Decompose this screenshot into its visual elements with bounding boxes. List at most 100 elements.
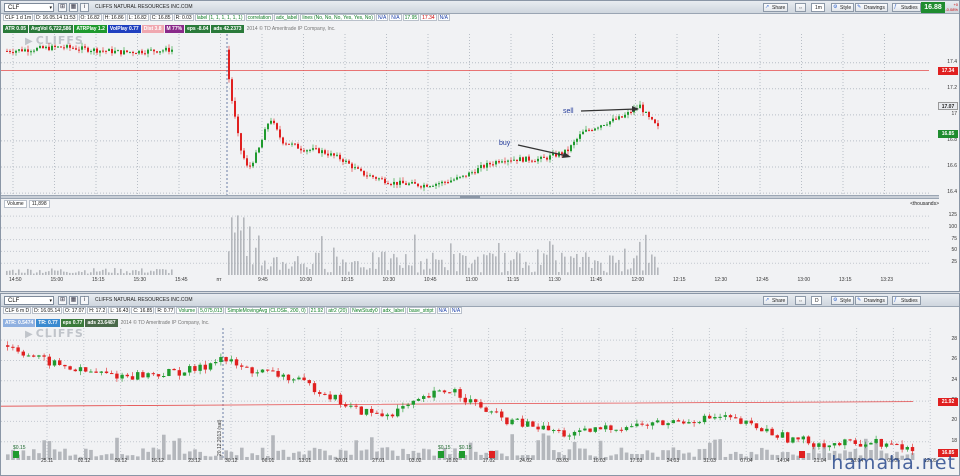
candle-body <box>231 79 233 101</box>
study-label[interactable]: ATR: 0.5474 <box>3 319 36 327</box>
candle-body <box>147 49 149 54</box>
symbol-input[interactable]: CLF ▾ <box>4 3 54 12</box>
candle-body <box>661 420 665 426</box>
study-label[interactable]: AvgVol 6,722,586 <box>29 25 74 33</box>
volume-bar <box>108 272 110 275</box>
chart-info-row: CLF 6 m D D: 16.05.14 O: 17.07 H: 17.2 L: 16… <box>3 307 957 316</box>
study-label[interactable]: Dist 3.8 <box>141 25 164 33</box>
studies-button[interactable]: ƒ Studies <box>892 3 921 12</box>
copyright-text: 2014 © TD Ameritrade IP Company, Inc. <box>246 26 336 32</box>
candle-body <box>468 399 473 403</box>
candle-body <box>234 359 239 366</box>
study-label[interactable]: ATRPlay 1.2 <box>74 25 107 33</box>
volume-bar <box>273 257 275 275</box>
volume-bar <box>48 271 50 275</box>
chevron-down-icon[interactable]: ▾ <box>49 4 52 12</box>
volume-bar <box>510 434 514 460</box>
date-tick-label: 27.01 <box>372 458 385 464</box>
candle-body <box>618 116 620 120</box>
candle-body <box>463 397 467 403</box>
timeframe-selector[interactable]: D <box>811 296 822 305</box>
grid-icon[interactable]: ▦ <box>69 3 78 12</box>
volume-bar <box>328 455 332 460</box>
candle-body <box>6 345 10 347</box>
volume-bar <box>129 272 131 275</box>
timeframe-selector[interactable]: 1m <box>811 3 825 12</box>
candle-body <box>141 50 143 54</box>
drawings-button[interactable]: ✎ Drawings <box>855 296 888 305</box>
candle-body <box>598 427 603 430</box>
volume-bar <box>385 447 390 460</box>
volume-bar <box>390 450 395 460</box>
layout-button[interactable]: ⇔ <box>795 296 806 305</box>
volume-bar <box>66 271 68 275</box>
candle-body <box>146 373 150 378</box>
drawings-button[interactable]: ✎ Drawings <box>855 3 888 12</box>
candle-body <box>650 422 655 426</box>
volume-bar <box>432 252 434 275</box>
study-label[interactable]: ATR 0.05 <box>3 25 29 33</box>
study-label[interactable]: ads 23.6487 <box>85 319 118 327</box>
panel-resize-handle[interactable] <box>1 195 939 199</box>
style-button[interactable]: ⚙ Style <box>831 3 855 12</box>
price-tag: 17.07 <box>938 101 958 110</box>
info-icon[interactable]: i <box>80 296 89 305</box>
symbol-input[interactable]: CLF ▾ <box>4 296 54 305</box>
volume-bar <box>414 234 416 275</box>
candle-body <box>624 427 629 431</box>
study-label[interactable]: ads 42.2373 <box>211 25 244 33</box>
study-label[interactable]: eps -8.04 <box>185 25 211 33</box>
link-icon[interactable]: ⊞ <box>58 3 67 12</box>
volume-bar <box>117 273 119 275</box>
volume-bar <box>72 272 74 275</box>
study-label[interactable]: TR: 0.77 <box>36 319 60 327</box>
candle-body <box>58 360 62 365</box>
volume-bar <box>423 269 425 275</box>
grid-icon[interactable]: ▦ <box>69 296 78 305</box>
share-button[interactable]: ↗ Share <box>763 3 789 12</box>
date-tick-label: 10.02 <box>445 458 459 464</box>
study-label[interactable]: eps 0.77 <box>60 319 85 327</box>
volume-bar <box>360 267 362 275</box>
candle-body <box>117 50 119 52</box>
price-tick-label: 16.6 <box>947 163 957 169</box>
style-button[interactable]: ⚙ Style <box>831 296 855 305</box>
candle-body <box>384 178 386 184</box>
time-tick-label: 13:23 <box>880 277 894 283</box>
price-tick-label: 17.2 <box>947 84 957 91</box>
candle-body <box>884 443 889 447</box>
volume-bar <box>141 268 143 275</box>
candle-body <box>286 374 291 381</box>
candle-body <box>364 408 369 415</box>
volume-bar <box>572 441 577 460</box>
event-note: 20.12.2013 (sat) <box>217 419 223 456</box>
volume-bar <box>713 439 717 460</box>
candle-body <box>546 157 548 160</box>
volume-bar <box>30 269 32 275</box>
study-label[interactable]: M 77% <box>164 25 185 33</box>
price-tick-label: 16.4 <box>947 189 957 196</box>
volume-bar <box>396 455 400 460</box>
volume-bar <box>505 456 509 460</box>
candle-body <box>302 377 306 381</box>
volume-bar <box>606 272 608 275</box>
share-button[interactable]: ↗ Share <box>763 296 789 305</box>
volume-bar <box>51 268 53 275</box>
candle-body <box>600 125 602 128</box>
volume-bar <box>255 247 257 275</box>
candle-body <box>609 425 613 431</box>
candle-body <box>411 400 415 405</box>
chevron-down-icon[interactable]: ▾ <box>49 297 52 305</box>
pencil-icon: ✎ <box>857 4 862 10</box>
layout-button[interactable]: ⇔ <box>795 3 806 12</box>
candle-body <box>168 47 170 52</box>
study-label[interactable]: VolPlay 0.77 <box>107 25 141 33</box>
candle-body <box>33 50 35 52</box>
link-icon[interactable]: ⊞ <box>58 296 67 305</box>
candle-body <box>135 53 137 55</box>
candle-body <box>172 369 176 371</box>
info-icon[interactable]: i <box>80 3 89 12</box>
candle-body <box>375 412 379 414</box>
studies-button[interactable]: ƒ Studies <box>892 296 921 305</box>
volume-bar <box>754 454 759 460</box>
